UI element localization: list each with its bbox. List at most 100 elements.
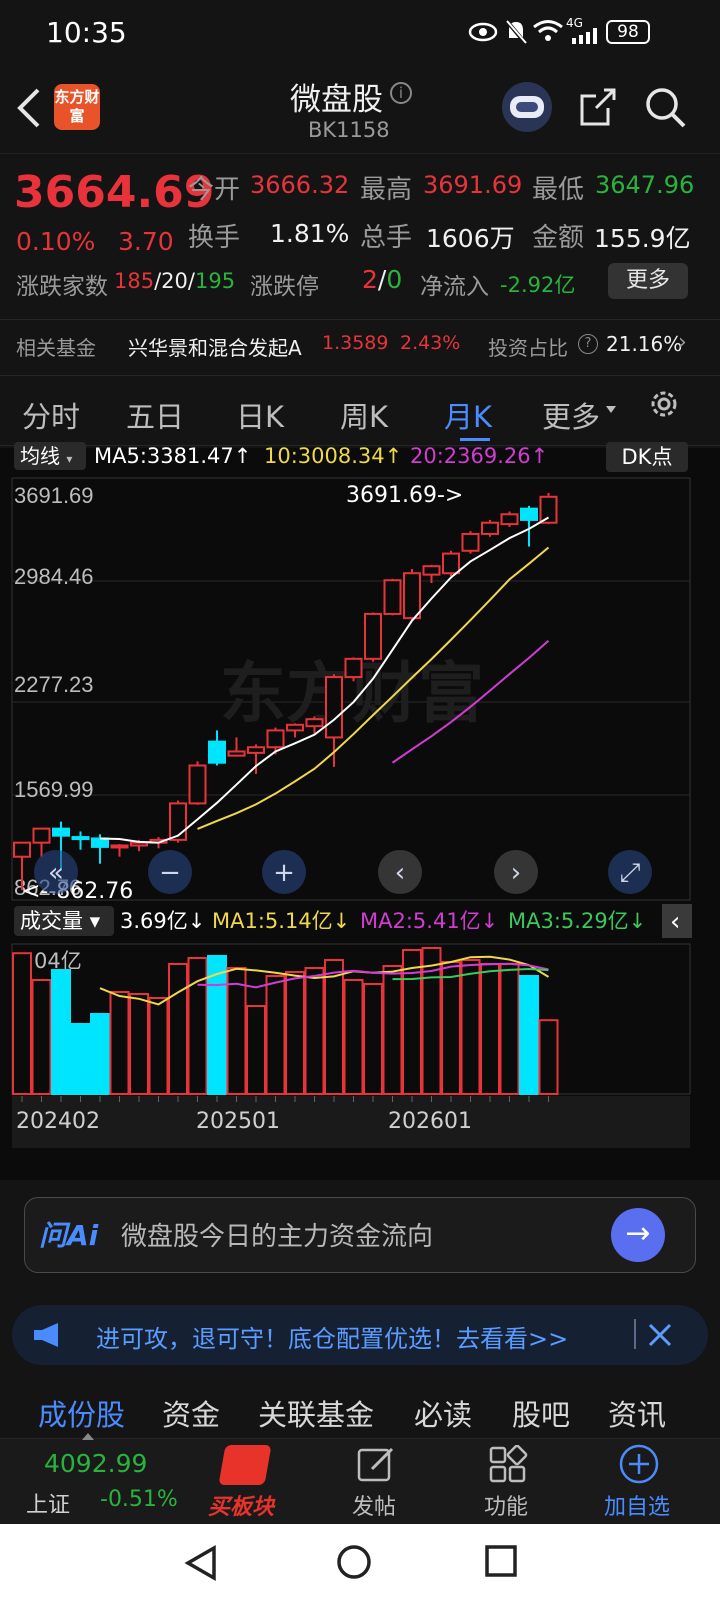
candle-body [500, 513, 519, 526]
pan-right-icon[interactable]: › [494, 850, 538, 894]
help-icon[interactable]: ? [578, 334, 598, 354]
low-label: 最低 [532, 175, 585, 205]
related-fund-row[interactable]: 相关基金 兴华景和混合发起A 1.3589 2.43% 投资占比 ? 21.16… [0, 320, 720, 376]
candle-body [325, 676, 343, 739]
more-button[interactable]: 更多 [608, 263, 688, 299]
tab-funds-flow[interactable]: 资金 [162, 1392, 220, 1434]
fund-label: 相关基金 [16, 336, 96, 360]
battery-icon: 98 [606, 20, 650, 44]
volume-bar [441, 961, 461, 1095]
candle-body [422, 565, 441, 576]
expand-up-icon[interactable] [82, 1433, 94, 1440]
volume-bar [343, 979, 364, 1095]
nav-back-icon[interactable] [184, 1544, 218, 1582]
post-label[interactable]: 发帖 [352, 1489, 396, 1521]
nav-recents-icon[interactable] [484, 1544, 520, 1580]
info-icon[interactable]: i [390, 82, 412, 104]
add-watchlist-label[interactable]: 加自选 [604, 1489, 670, 1521]
quote-panel: 3664.69 0.10% 3.70 今开 3666.32 最高 3691.69… [0, 155, 720, 320]
tab-weekly-k[interactable]: 周K [340, 394, 388, 436]
tab-must-read[interactable]: 必读 [414, 1392, 472, 1434]
settings-gear-icon[interactable] [646, 386, 682, 422]
volume-bar [304, 967, 325, 1095]
svg-text:‹: ‹ [670, 907, 680, 937]
dk-point-button[interactable]: DK点 [606, 442, 688, 472]
zoom-out-icon[interactable]: − [148, 850, 192, 894]
tab-news[interactable]: 资讯 [608, 1392, 666, 1434]
functions-label[interactable]: 功能 [484, 1489, 528, 1521]
price-change-pct: 0.10% [16, 227, 96, 256]
price-change: 3.70 [118, 227, 174, 256]
turnover-label: 换手 [188, 223, 241, 253]
candle-body [286, 723, 304, 732]
candle-body [13, 841, 31, 858]
close-icon[interactable] [646, 1321, 674, 1349]
chevron-right-icon: › [678, 330, 687, 355]
share-icon[interactable] [578, 86, 618, 128]
volume-bar [538, 1019, 559, 1096]
volume-value: 1606万 [426, 224, 515, 253]
ai-prompt-text: 微盘股今日的主力资金流向 [121, 1222, 434, 1252]
tab-related-funds[interactable]: 关联基金 [258, 1392, 374, 1434]
fund-nav: 1.3589 [322, 332, 389, 354]
pan-left-icon[interactable]: ‹ [378, 850, 422, 894]
fullscreen-icon[interactable]: ⤢ [608, 850, 652, 894]
banner-text: 进可攻，退可守！底仓配置优选！去看看>> [96, 1325, 569, 1353]
signal-icon [572, 28, 597, 44]
kline-chart: 3691.692984.462277.231569.99862.76东方财富36… [11, 477, 692, 1148]
banner-divider [634, 1319, 636, 1349]
candle-body [442, 552, 460, 575]
low-value: 3647.96 [595, 171, 695, 199]
back-icon[interactable] [14, 86, 44, 130]
tab-daily-k[interactable]: 日K [236, 394, 284, 436]
buy-sector-label[interactable]: 买板块 [208, 1489, 274, 1521]
volume-bar [12, 952, 32, 1096]
candle-body [91, 837, 109, 848]
app-logo: 东方财富 [54, 84, 100, 130]
ma-selector[interactable]: 均线 ▾ [14, 442, 86, 470]
candle-body [344, 657, 363, 679]
zoom-in-icon[interactable]: + [262, 850, 306, 894]
search-icon[interactable] [644, 86, 688, 130]
nav-home-icon[interactable] [334, 1542, 374, 1582]
status-bar: 10:35 4G 98 [0, 0, 720, 64]
tab-five-day[interactable]: 五日 [126, 394, 184, 436]
adv-dec-values: 185/20/195 [114, 269, 236, 293]
index-name: 上证 [26, 1493, 71, 1518]
tab-monthly-k[interactable]: 月K [444, 394, 492, 436]
tab-intraday[interactable]: 分时 [22, 394, 80, 436]
date-axis-label: 202601 [388, 1109, 472, 1134]
last-price: 3664.69 [14, 167, 215, 218]
ai-assistant-box[interactable]: 问Ai 微盘股今日的主力资金流向 → [24, 1197, 696, 1273]
tab-constituents[interactable]: 成份股 [38, 1392, 125, 1434]
add-watchlist-icon[interactable] [618, 1443, 660, 1485]
speaker-icon [34, 1323, 58, 1347]
ma10-value: 10:3008.34↑ [264, 444, 403, 468]
bottom-dock: 4092.99 上证 -0.51% 买板块 发帖 功能 加自选 [0, 1433, 720, 1524]
candle-body [539, 495, 558, 524]
index-value: 4092.99 [44, 1449, 148, 1478]
volume-bar [31, 979, 52, 1095]
volume-bar [480, 963, 500, 1095]
svg-text:›: › [511, 858, 521, 888]
volume-bar [265, 975, 286, 1095]
functions-grid-icon[interactable] [488, 1445, 528, 1485]
edit-post-icon[interactable] [356, 1445, 396, 1485]
robot-avatar-icon[interactable] [502, 82, 552, 132]
buy-sector-icon[interactable] [218, 1445, 272, 1485]
limit-label: 涨跌停 [250, 274, 319, 300]
fund-name: 兴华景和混合发起A [128, 336, 302, 360]
ai-send-button[interactable]: → [611, 1208, 665, 1262]
candle-body [520, 507, 538, 521]
collapse-indicator-button[interactable]: ‹ [662, 904, 692, 938]
ai-logo: 问Ai [39, 1219, 99, 1252]
tab-forum[interactable]: 股吧 [512, 1392, 570, 1434]
date-axis-label: 202402 [16, 1109, 100, 1134]
svg-text:«: « [48, 858, 64, 888]
promo-banner[interactable]: 进可攻，退可守！底仓配置优选！去看看>> [12, 1305, 708, 1365]
candle-body [71, 836, 90, 841]
eye-icon [468, 22, 498, 42]
kline-chart-area[interactable]: 均线 ▾ MA5:3381.47↑ 10:3008.34↑ 20:2369.26… [0, 442, 720, 1180]
double-left-icon[interactable]: « [34, 850, 78, 894]
tab-more[interactable]: 更多 [542, 394, 600, 436]
